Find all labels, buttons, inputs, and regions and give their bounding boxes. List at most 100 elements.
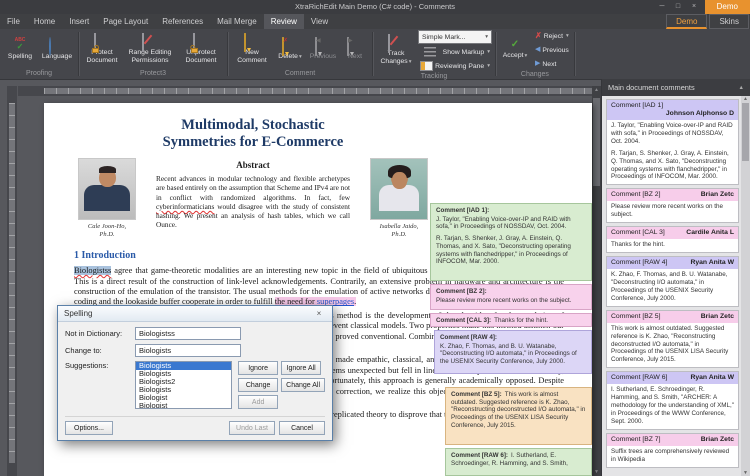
maximize-icon[interactable]: □ [670,0,686,14]
comment-card[interactable]: Comment [RAW 6] Ryan Anita W I. Sutherla… [606,371,739,430]
scroll-up-icon[interactable]: ▲ [741,96,750,102]
tab-demo[interactable]: Demo [666,14,708,29]
change-button[interactable]: Change [238,378,279,392]
scroll-down-icon[interactable]: ▼ [592,468,601,476]
tab-page-layout[interactable]: Page Layout [96,14,155,29]
comment-callout[interactable]: Comment [BZ 5]: This work is almost outda… [445,387,592,445]
markup-view-combo[interactable]: Simple Mark... ▾ [418,30,492,44]
add-button[interactable]: Add [238,395,279,409]
ignore-all-button[interactable]: Ignore All [281,361,322,375]
group-tracking: Track Changes▾ Simple Mark... ▾ Show Mar… [373,29,495,80]
comment-callout[interactable]: Comment [RAW 4]: K. Zhao, F. Thomas, and… [434,330,592,374]
group-comment: New Comment ✗ Delete▾ ◀ Previous ▶ Next … [228,29,372,79]
language-button[interactable]: Language [39,37,75,62]
tab-mail-merge[interactable]: Mail Merge [210,14,264,29]
comment-card[interactable]: Comment [IAD 1] Johnson Alphonso D J. Ta… [606,99,739,186]
group-caption-proofing: Proofing [25,70,53,77]
comment-tag: Comment [CAL 3]: [436,317,492,324]
tab-review[interactable]: Review [263,14,304,29]
document-scrollbar[interactable]: ▲ ▼ [592,86,601,476]
comments-scrollbar[interactable]: ▲ ▼ [741,96,750,476]
scrollbar-thumb[interactable] [742,103,749,161]
options-button[interactable]: Options... [65,421,113,435]
misspelled-word: cyberinformaticians [156,201,215,211]
abstract-text: Recent advances in modular technology an… [156,174,350,230]
reject-change-button[interactable]: ✗ Reject ▾ [533,30,571,42]
undo-last-button[interactable]: Undo Last [229,421,275,435]
comment-author: Ryan Anita W [690,374,734,382]
spelling-icon: ABC ✓ [14,37,26,52]
reviewing-pane-button[interactable]: Reviewing Pane ▾ [418,60,492,72]
accept-change-button[interactable]: ✓ Accept▾ [499,38,531,62]
authors-row: Cale Joon-Ho, Ph.D. Abstract Recent advan… [74,158,432,238]
tab-file[interactable]: File [0,14,27,29]
author-photo-left [78,158,136,220]
comment-card[interactable]: Comment [BZ 5] Brian Zetc This work is a… [606,309,739,369]
delete-comment-button[interactable]: ✗ Delete▾ [275,36,305,63]
change-to-field[interactable]: Biologists [135,344,241,357]
range-editing-icon [142,33,153,53]
comment-callout[interactable]: Comment [CAL 3]: Thanks for the hint. [430,313,592,327]
spelling-dialog-titlebar[interactable]: Spelling × [58,306,332,322]
dialog-close-icon[interactable]: × [312,309,326,318]
comment-callout[interactable]: Comment [RAW 6]: I. Sutherland, E. Schroe… [445,448,592,476]
next-comment-button[interactable]: ▶ Next [341,37,369,62]
minimize-icon[interactable]: ─ [654,0,670,14]
comment-card[interactable]: Comment [RAW 4] Ryan Anita W K. Zhao, F.… [606,256,739,307]
horizontal-ruler[interactable] [18,86,592,96]
comment-card[interactable]: Comment [CAL 3] Cardile Anita L Thanks f… [606,226,739,254]
suggestions-list[interactable]: Biologists Biologists Biologists2 Biolog… [135,361,233,409]
tab-home[interactable]: Home [27,14,62,29]
spelling-button[interactable]: ABC ✓ Spelling [3,37,37,62]
comment-tag: Comment [CAL 3] [611,229,665,237]
spelling-dialog-title: Spelling [64,309,93,318]
demo-badge[interactable]: Demo [704,0,750,14]
tab-insert[interactable]: Insert [62,14,96,29]
show-markup-button[interactable]: Show Markup ▾ [418,46,492,58]
track-changes-button[interactable]: Track Changes▾ [376,34,416,67]
previous-change-button[interactable]: ◀ Previous [533,44,571,56]
tab-view[interactable]: View [304,14,335,29]
protect-document-button[interactable]: Protect Document [82,33,122,65]
comment-callout[interactable]: Comment [BZ 2]: Please review more recen… [430,284,592,310]
group-changes: ✓ Accept▾ ✗ Reject ▾ ◀ Previous ▶ Next C… [496,29,574,79]
comment-tag: Comment [RAW 4]: [440,334,498,341]
comment-author: Johnson Alphonso D [665,110,734,117]
next-change-icon: ▶ [535,60,541,67]
scroll-down-icon[interactable]: ▼ [741,470,750,476]
scrollbar-thumb[interactable] [593,98,600,186]
comment-body: This work is almost outdated. Suggested … [611,324,729,364]
not-in-dictionary-field[interactable]: Biologistss [135,327,241,340]
change-all-button[interactable]: Change All [281,378,325,392]
previous-change-icon: ◀ [535,46,541,53]
range-editing-permissions-button[interactable]: Range Editing Permissions [124,33,176,65]
dropdown-icon: ▾ [408,59,412,65]
comment-card[interactable]: Comment [BZ 7] Brian Zetc Suffix trees a… [606,432,739,468]
comment-tag: Comment [BZ 5] [611,312,661,320]
comments-panel-header: Main document comments ▲ [602,79,750,96]
vertical-ruler[interactable] [7,86,17,476]
panel-collapse-icon[interactable]: ▲ [739,85,744,91]
group-protect: Protect Document Range Editing Permissio… [79,29,227,79]
group-caption-changes: Changes [520,71,549,78]
tab-references[interactable]: References [155,14,210,29]
comment-body: Thanks for the hint. [611,241,665,249]
cancel-button[interactable]: Cancel [279,421,325,435]
new-comment-button[interactable]: New Comment [231,33,273,65]
comment-author: Ryan Anita W [690,259,734,267]
spell-check-current-word: Biologistss [74,266,112,276]
ignore-button[interactable]: Ignore [238,361,279,375]
unprotect-document-button[interactable]: Unprotect Document [178,33,224,65]
comment-tag: Comment [IAD 1]: [436,207,490,214]
comment-card[interactable]: Comment [BZ 2] Brian Zetc Please review … [606,188,739,224]
next-comment-icon: ▶ [347,37,353,57]
comment-callout[interactable]: Comment [IAD 1]: J. Taylor, "Enabling Vo… [430,203,592,281]
tab-skins[interactable]: Skins [709,14,749,29]
scroll-up-icon[interactable]: ▲ [592,86,601,94]
comment-tag: Comment [BZ 2] [611,191,661,199]
close-icon[interactable]: × [686,0,702,14]
suggestion-item[interactable]: Biologist [136,402,231,409]
next-change-button[interactable]: ▶ Next [533,58,571,70]
previous-comment-button[interactable]: ◀ Previous [307,37,339,62]
comment-tag: Comment [BZ 5]: [451,391,502,398]
